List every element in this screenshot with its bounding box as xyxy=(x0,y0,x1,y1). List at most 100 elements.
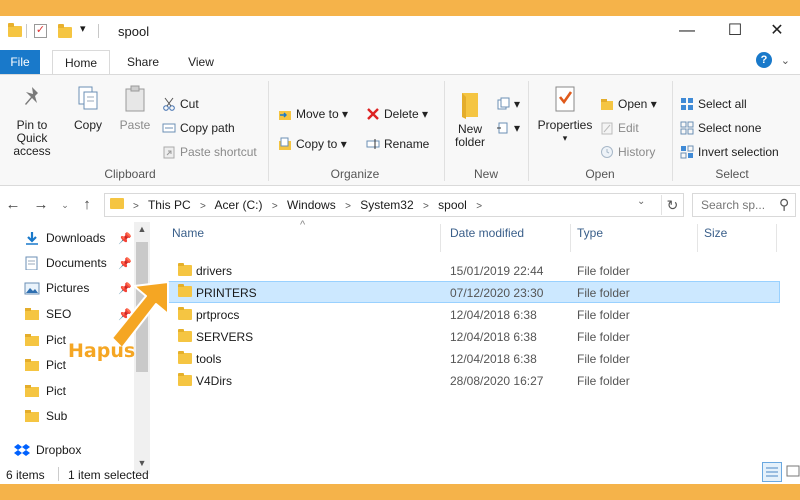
paste-shortcut-button[interactable]: Paste shortcut xyxy=(162,143,257,161)
delete-x-icon xyxy=(367,107,379,120)
select-none-label: Select none xyxy=(698,121,762,135)
annotation-label: Hapus xyxy=(68,340,136,362)
pin-icon: 📌 xyxy=(118,258,132,270)
copy-icon xyxy=(78,86,98,110)
search-icon[interactable]: ⚲ xyxy=(779,196,789,213)
address-bar[interactable]: > This PC > Acer (C:) > Windows > System… xyxy=(104,193,684,217)
minimize-button[interactable]: — xyxy=(664,16,710,46)
paste-shortcut-icon xyxy=(163,146,175,159)
copy-to-button[interactable]: Copy to ▾ xyxy=(278,135,347,153)
nav-item-pict[interactable]: Pict xyxy=(24,330,66,350)
column-header-type[interactable]: Type xyxy=(577,226,603,240)
table-row-selected[interactable]: PRINTERS 07/12/2020 23:30 File folder xyxy=(168,281,780,303)
rename-button[interactable]: Rename xyxy=(366,135,429,153)
details-view-button[interactable] xyxy=(762,462,782,482)
new-folder-icon[interactable] xyxy=(58,24,72,38)
ribbon-collapse-button[interactable]: ⌄ xyxy=(781,54,790,67)
search-input[interactable]: Search sp... xyxy=(701,198,765,212)
history-button[interactable]: History xyxy=(600,143,655,161)
column-header-date[interactable]: Date modified xyxy=(450,226,524,240)
search-box[interactable]: Search sp... ⚲ xyxy=(692,193,796,217)
pin-icon xyxy=(25,87,38,105)
address-dropdown-button[interactable]: ⌄ xyxy=(637,196,645,207)
crumb-system32[interactable]: System32 xyxy=(360,198,413,212)
tab-file[interactable]: File xyxy=(0,50,40,74)
properties-check-icon[interactable]: ✓ xyxy=(34,24,47,38)
invert-selection-button[interactable]: Invert selection xyxy=(680,143,779,161)
customize-quick-access-dropdown[interactable]: ▾ xyxy=(80,22,86,38)
tab-view[interactable]: View xyxy=(176,50,226,74)
open-button[interactable]: Open ▾ xyxy=(600,95,657,113)
easy-access-button[interactable]: ▾ xyxy=(496,119,520,137)
nav-item-sub[interactable]: Sub xyxy=(24,406,67,426)
cut-button[interactable]: Cut xyxy=(162,95,199,113)
crumb-windows[interactable]: Windows xyxy=(287,198,336,212)
pin-to-quick-access-button[interactable]: Pin to Quick access xyxy=(0,83,64,158)
nav-item-dropbox[interactable]: Dropbox xyxy=(14,440,81,460)
copy-button[interactable]: Copy xyxy=(68,83,108,132)
table-row[interactable]: tools 12/04/2018 6:38 File folder xyxy=(168,348,780,370)
file-date: 12/04/2018 6:38 xyxy=(450,352,537,366)
maximize-button[interactable]: ☐ xyxy=(712,16,758,46)
ribbon-tabs: File Home Share View ⌄ ? xyxy=(0,50,800,75)
back-button[interactable]: ← xyxy=(4,195,22,215)
new-folder-button[interactable]: New folder xyxy=(448,89,492,149)
address-row: ← → ⌄ ↑ > This PC > Acer (C:) > Windows … xyxy=(0,190,800,220)
group-label-open: Open xyxy=(585,167,615,181)
nav-item-seo[interactable]: SEO xyxy=(24,304,71,324)
nav-item-downloads[interactable]: Downloads xyxy=(24,228,105,248)
recent-locations-button[interactable]: ⌄ xyxy=(56,195,74,215)
divider xyxy=(776,224,777,252)
table-row[interactable]: V4Dirs 28/08/2020 16:27 File folder xyxy=(168,370,780,392)
properties-button[interactable]: Properties ▾ xyxy=(532,83,598,145)
edit-button[interactable]: Edit xyxy=(600,119,639,137)
copy-path-button[interactable]: Copy path xyxy=(162,119,235,137)
divider xyxy=(528,81,529,181)
select-none-button[interactable]: Select none xyxy=(680,119,761,137)
table-row[interactable]: prtprocs 12/04/2018 6:38 File folder xyxy=(168,304,780,326)
new-item-button[interactable]: ▾ xyxy=(496,95,520,113)
tab-share[interactable]: Share xyxy=(116,50,170,74)
file-name: V4Dirs xyxy=(196,374,233,388)
move-to-button[interactable]: Move to ▾ xyxy=(278,105,348,123)
column-header-name[interactable]: Name xyxy=(172,226,204,240)
nav-item-label: Pict xyxy=(46,358,67,372)
crumb-separator: > xyxy=(271,201,278,212)
tab-home[interactable]: Home xyxy=(52,50,110,75)
paste-button[interactable]: Paste xyxy=(114,83,156,132)
crumb-separator: > xyxy=(200,201,206,212)
rename-icon xyxy=(366,138,380,149)
delete-button[interactable]: Delete ▾ xyxy=(366,105,428,123)
nav-item-pict[interactable]: Pict xyxy=(24,381,66,401)
crumb-separator: > xyxy=(133,201,139,212)
crumb-separator: > xyxy=(476,201,483,212)
folder-icon xyxy=(178,263,192,276)
crumb-drive[interactable]: Acer (C:) xyxy=(215,198,263,212)
table-row[interactable]: SERVERS 12/04/2018 6:38 File folder xyxy=(168,326,780,348)
up-button[interactable]: ↑ xyxy=(78,195,96,215)
divider xyxy=(444,81,445,181)
table-row[interactable]: drivers 15/01/2019 22:44 File folder xyxy=(168,260,780,282)
folder-icon xyxy=(25,333,39,346)
help-button[interactable]: ? xyxy=(756,52,772,68)
properties-label: Properties xyxy=(537,118,593,132)
refresh-button[interactable]: ↻ xyxy=(661,195,683,215)
column-header-size[interactable]: Size xyxy=(704,226,727,240)
copy-path-label: Copy path xyxy=(180,121,235,135)
crumb-this-pc[interactable]: This PC xyxy=(148,198,191,212)
nav-item-documents[interactable]: Documents xyxy=(24,253,107,273)
nav-item-pictures[interactable]: Pictures xyxy=(24,278,89,298)
title-bar: ✓ ▾ spool — ☐ ✕ xyxy=(0,16,800,46)
forward-button[interactable]: → xyxy=(32,195,50,215)
select-all-button[interactable]: Select all xyxy=(680,95,747,113)
copy-path-icon xyxy=(162,123,176,133)
scroll-up-button[interactable]: ▲ xyxy=(134,224,150,234)
crumb-spool[interactable]: spool xyxy=(438,198,467,212)
file-type: File folder xyxy=(577,286,630,300)
close-button[interactable]: ✕ xyxy=(754,16,800,46)
crumb-separator: > xyxy=(345,201,351,212)
large-icons-view-button[interactable] xyxy=(784,462,800,482)
nav-item-label: Dropbox xyxy=(36,443,82,457)
nav-item-pict[interactable]: Pict xyxy=(24,355,66,375)
paste-label: Paste xyxy=(119,118,151,132)
